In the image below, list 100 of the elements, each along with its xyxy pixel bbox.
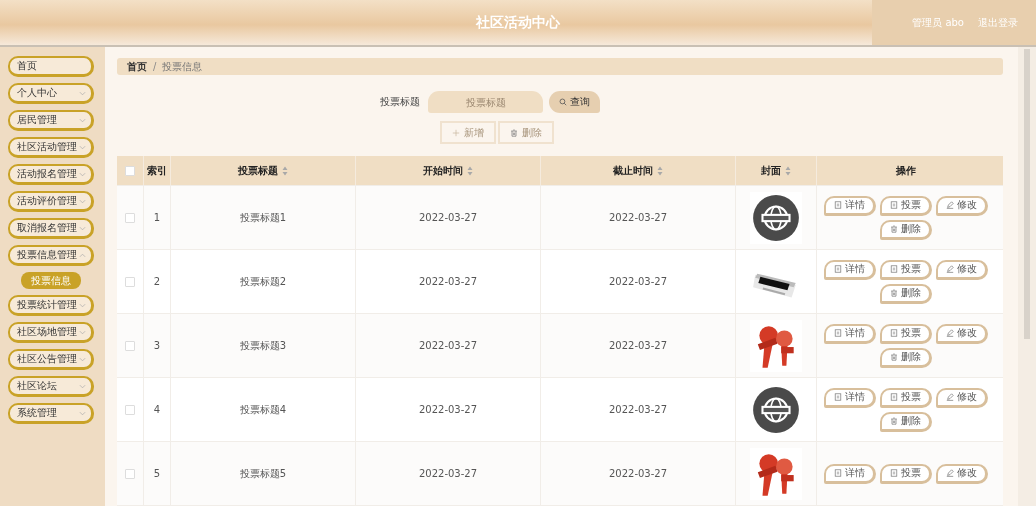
table-cell: 2022-03-27 <box>608 340 668 351</box>
table-cell: 2022-03-27 <box>418 404 478 415</box>
document-icon <box>890 329 898 337</box>
edit-button[interactable]: 修改 <box>936 463 988 484</box>
document-icon <box>834 469 842 477</box>
table-cell: 2022-03-27 <box>608 276 668 287</box>
pencil-icon <box>946 469 954 477</box>
vote-button[interactable]: 投票 <box>880 259 932 280</box>
breadcrumb-separator: / <box>153 61 157 72</box>
search-field[interactable]: 投票标题 <box>428 91 543 113</box>
trash-icon <box>890 417 898 425</box>
table-cell: 2022-03-27 <box>608 404 668 415</box>
menu-item[interactable]: 系统管理 <box>8 403 94 424</box>
chevron-icon <box>79 171 86 177</box>
chevron-icon <box>79 117 86 123</box>
sort-icon[interactable] <box>785 165 791 176</box>
table-cell: 2 <box>153 276 161 287</box>
row-checkbox[interactable] <box>125 468 135 479</box>
search-label: 投票标题 <box>380 95 420 109</box>
table-cell: 2022-03-27 <box>418 212 478 223</box>
chevron-icon <box>79 225 86 231</box>
table-cell: 2022-03-27 <box>418 340 478 351</box>
pencil-icon <box>946 393 954 401</box>
select-all-checkbox[interactable] <box>125 165 135 176</box>
delete-button[interactable]: 删除 <box>880 411 932 432</box>
chevron-icon <box>79 144 86 150</box>
search-button[interactable]: 查询 <box>549 91 600 113</box>
column-header: 开始时间 <box>423 163 463 178</box>
vote-button[interactable]: 投票 <box>880 195 932 216</box>
document-icon <box>834 329 842 337</box>
menu-item[interactable]: 社区论坛 <box>8 376 94 397</box>
chevron-icon <box>79 383 86 389</box>
row-checkbox[interactable] <box>125 276 135 287</box>
vote-button[interactable]: 投票 <box>880 323 932 344</box>
row-checkbox[interactable] <box>125 212 135 223</box>
edit-button[interactable]: 修改 <box>936 259 988 280</box>
detail-button[interactable]: 详情 <box>824 195 876 216</box>
table-cell: 2022-03-27 <box>418 276 478 287</box>
menu-item[interactable]: 活动报名管理 <box>8 164 94 185</box>
table-cell: 投票标题1 <box>239 210 287 225</box>
column-header: 索引 <box>147 163 167 178</box>
table-cell: 2022-03-27 <box>608 468 668 479</box>
menu-item[interactable]: 社区公告管理 <box>8 349 94 370</box>
table-cell: 1 <box>153 212 161 223</box>
trash-icon <box>890 225 898 233</box>
edit-button[interactable]: 修改 <box>936 323 988 344</box>
document-icon <box>890 265 898 273</box>
menu-item[interactable]: 社区场地管理 <box>8 322 94 343</box>
edit-button[interactable]: 修改 <box>936 195 988 216</box>
sort-icon[interactable] <box>282 165 288 176</box>
menu-item[interactable]: 个人中心 <box>8 83 94 104</box>
column-header: 投票标题 <box>238 163 278 178</box>
scrollbar[interactable] <box>1018 47 1036 506</box>
sort-icon[interactable] <box>657 165 663 176</box>
document-icon <box>890 393 898 401</box>
breadcrumb-link[interactable]: 投票信息 <box>162 59 203 74</box>
chevron-icon <box>79 329 86 335</box>
detail-button[interactable]: 详情 <box>824 323 876 344</box>
detail-button[interactable]: 详情 <box>824 463 876 484</box>
chevron-icon <box>79 198 86 204</box>
delete-button[interactable]: 删除 <box>880 283 932 304</box>
menu-item[interactable]: 投票统计管理 <box>8 295 94 316</box>
table-cell: 2022-03-27 <box>608 212 668 223</box>
edit-button[interactable]: 修改 <box>936 387 988 408</box>
sort-icon[interactable] <box>467 165 473 176</box>
menu-item[interactable]: 取消报名管理 <box>8 218 94 239</box>
pencil-icon <box>946 201 954 209</box>
row-checkbox[interactable] <box>125 340 135 351</box>
chevron-icon <box>79 356 86 362</box>
breadcrumb-link[interactable]: 首页 <box>127 59 147 74</box>
trash-icon <box>510 128 518 137</box>
row-checkbox[interactable] <box>125 404 135 415</box>
column-header: 操作 <box>896 163 916 178</box>
menu-item[interactable]: 社区活动管理 <box>8 137 94 158</box>
plus-icon <box>452 128 460 137</box>
menu-item[interactable]: 投票信息管理 <box>8 245 94 266</box>
document-icon <box>890 469 898 477</box>
detail-button[interactable]: 详情 <box>824 387 876 408</box>
column-header: 封面 <box>761 163 781 178</box>
vote-button[interactable]: 投票 <box>880 387 932 408</box>
table-cell: 2022-03-27 <box>418 468 478 479</box>
menu-item[interactable]: 居民管理 <box>8 110 94 131</box>
table-cell: 4 <box>153 404 161 415</box>
document-icon <box>890 201 898 209</box>
chevron-icon <box>79 410 86 416</box>
detail-button[interactable]: 详情 <box>824 259 876 280</box>
chevron-icon <box>79 252 86 258</box>
menu-item[interactable]: 首页 <box>8 56 94 77</box>
delete-button[interactable]: 删除 <box>880 347 932 368</box>
column-header: 截止时间 <box>613 163 653 178</box>
table-cell: 投票标题4 <box>239 402 287 417</box>
table-cell: 3 <box>153 340 161 351</box>
table-cell: 投票标题3 <box>239 338 287 353</box>
chevron-icon <box>79 302 86 308</box>
trash-icon <box>890 289 898 297</box>
table-cell: 投票标题2 <box>239 274 287 289</box>
delete-button[interactable]: 删除 <box>880 219 932 240</box>
chevron-icon <box>79 90 86 96</box>
vote-button[interactable]: 投票 <box>880 463 932 484</box>
menu-item[interactable]: 活动评价管理 <box>8 191 94 212</box>
